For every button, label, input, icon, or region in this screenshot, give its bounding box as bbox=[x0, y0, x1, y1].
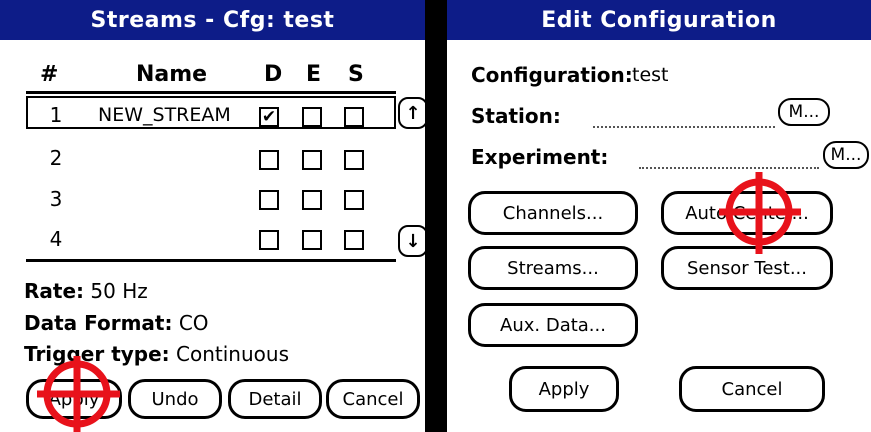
table-top-rule bbox=[26, 91, 396, 94]
station-field[interactable] bbox=[593, 126, 775, 128]
crosshair-cursor-icon bbox=[37, 356, 120, 432]
crosshair-cursor-icon bbox=[719, 172, 801, 254]
header-e: E bbox=[306, 62, 322, 87]
cancel-button[interactable]: Cancel bbox=[326, 379, 420, 419]
rate-label: Rate: bbox=[24, 279, 85, 303]
row-name: NEW_STREAM bbox=[98, 104, 231, 126]
configuration-value: test bbox=[632, 64, 669, 86]
checkbox-s-row3[interactable] bbox=[344, 190, 364, 210]
format-value: CO bbox=[178, 311, 209, 335]
checkbox-e-row2[interactable] bbox=[302, 150, 322, 170]
edit-config-title: Edit Configuration bbox=[447, 0, 871, 40]
table-bottom-rule bbox=[26, 259, 396, 262]
station-label: Station: bbox=[471, 104, 561, 128]
row-number: 3 bbox=[49, 187, 63, 211]
aux-data-button[interactable]: Aux. Data... bbox=[468, 303, 638, 347]
station-menu-button[interactable]: M... bbox=[778, 98, 830, 126]
rate-info: Rate: 50 Hz bbox=[24, 279, 148, 303]
checkbox-d-row4[interactable] bbox=[259, 230, 279, 250]
checkbox-s-row2[interactable] bbox=[344, 150, 364, 170]
checkbox-s-row1[interactable] bbox=[344, 107, 364, 127]
header-s: S bbox=[348, 62, 364, 87]
row-number: 4 bbox=[49, 227, 63, 251]
experiment-label: Experiment: bbox=[471, 145, 609, 169]
trigger-value: Continuous bbox=[176, 342, 289, 366]
panel-divider bbox=[425, 0, 447, 432]
undo-button[interactable]: Undo bbox=[128, 379, 222, 419]
row-number: 2 bbox=[49, 146, 63, 170]
streams-button[interactable]: Streams... bbox=[468, 246, 638, 290]
header-name: Name bbox=[136, 62, 208, 87]
rate-value: 50 Hz bbox=[90, 279, 148, 303]
channels-button[interactable]: Channels... bbox=[468, 191, 638, 235]
checkbox-s-row4[interactable] bbox=[344, 230, 364, 250]
edit-configuration-window: Edit Configuration Configuration: test S… bbox=[447, 0, 871, 432]
header-d: D bbox=[264, 62, 283, 87]
format-label: Data Format: bbox=[24, 311, 173, 335]
checkbox-d-row1[interactable]: ✔ bbox=[259, 107, 279, 127]
apply-button[interactable]: Apply bbox=[509, 366, 619, 412]
header-number: # bbox=[40, 62, 59, 87]
checkbox-d-row2[interactable] bbox=[259, 150, 279, 170]
checkbox-e-row1[interactable] bbox=[302, 107, 322, 127]
streams-window: Streams - Cfg: test # Name D E S 1 NEW_S… bbox=[0, 0, 428, 432]
cancel-button[interactable]: Cancel bbox=[679, 366, 825, 412]
checkbox-e-row3[interactable] bbox=[302, 190, 322, 210]
experiment-menu-button[interactable]: M... bbox=[823, 141, 869, 169]
detail-button[interactable]: Detail bbox=[228, 379, 322, 419]
row-number: 1 bbox=[49, 103, 63, 127]
streams-title: Streams - Cfg: test bbox=[0, 0, 425, 40]
configuration-label: Configuration: bbox=[471, 63, 633, 87]
checkbox-d-row3[interactable] bbox=[259, 190, 279, 210]
format-info: Data Format: CO bbox=[24, 311, 209, 335]
checkbox-e-row4[interactable] bbox=[302, 230, 322, 250]
scroll-up-icon[interactable]: ↑ bbox=[398, 97, 428, 129]
scroll-down-icon[interactable]: ↓ bbox=[398, 225, 428, 257]
